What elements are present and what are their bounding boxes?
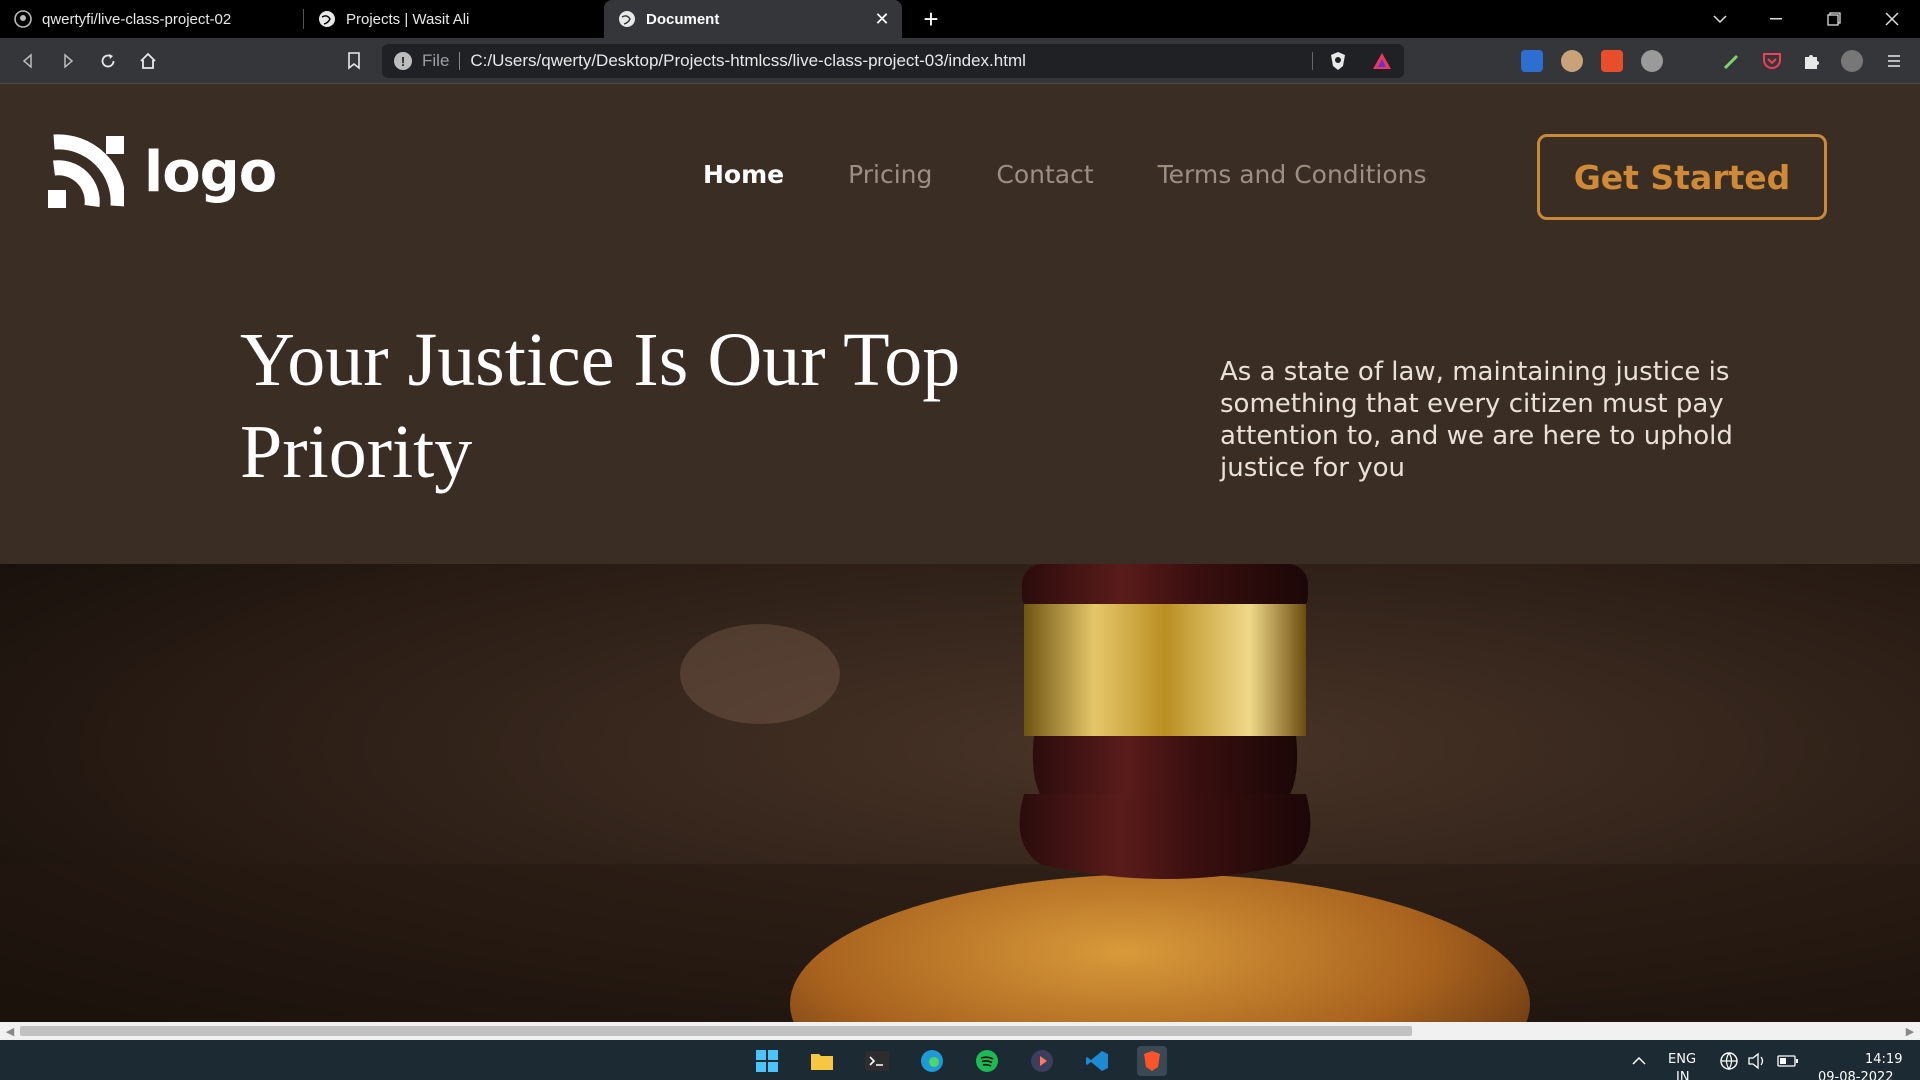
github-icon (14, 10, 32, 28)
extension-shield-icon[interactable] (1521, 50, 1543, 72)
url-scheme: File (422, 51, 450, 70)
scrollbar-thumb[interactable] (20, 1026, 1412, 1036)
extension-translate-icon[interactable] (1601, 50, 1623, 72)
screen: qwertyfi/live-class-project-02 Projects … (0, 0, 1920, 1080)
clock-date[interactable]: 09-08-2022 (1818, 1070, 1894, 1080)
menu-icon[interactable] (1880, 47, 1908, 75)
nav-contact[interactable]: Contact (996, 160, 1093, 189)
forward-icon[interactable] (54, 47, 82, 75)
new-tab-button[interactable]: + (916, 4, 946, 34)
browser-tab-strip: qwertyfi/live-class-project-02 Projects … (0, 0, 1920, 38)
close-window-button[interactable] (1864, 0, 1920, 38)
nav-terms[interactable]: Terms and Conditions (1158, 160, 1427, 189)
address-bar[interactable]: ! File C:/Users/qwerty/Desktop/Projects-… (382, 44, 1404, 78)
windows-start-icon[interactable] (752, 1046, 782, 1076)
volume-icon[interactable] (1742, 1046, 1772, 1076)
clock-time[interactable]: 14:19 (1865, 1052, 1902, 1067)
scroll-left-icon[interactable]: ◀ (3, 1024, 17, 1038)
logo-text: logo (144, 140, 277, 205)
nav-home[interactable]: Home (703, 160, 784, 189)
tab-title: Projects | Wasit Ali (346, 10, 470, 28)
windows-taskbar: ENG IN 14:19 09-08-2022 (0, 1040, 1920, 1080)
restore-button[interactable] (1806, 0, 1862, 38)
globe-icon (318, 10, 336, 28)
profile-avatar[interactable] (1841, 50, 1863, 72)
brave-browser-icon[interactable] (1137, 1046, 1167, 1076)
site-logo[interactable]: logo (48, 132, 277, 213)
site-info-icon[interactable]: ! (394, 52, 412, 70)
globe-icon (618, 10, 636, 28)
tab-github[interactable]: qwertyfi/live-class-project-02 (0, 0, 302, 38)
tab-document[interactable]: Document ✕ (604, 0, 902, 38)
media-player-icon[interactable] (1027, 1046, 1057, 1076)
url-text: C:/Users/qwerty/Desktop/Projects-htmlcss… (470, 51, 1026, 70)
brave-shield-icon[interactable] (1329, 51, 1347, 76)
extensions-puzzle-icon[interactable] (1801, 50, 1823, 72)
get-started-button[interactable]: Get Started (1537, 134, 1827, 220)
spotify-icon[interactable] (972, 1046, 1002, 1076)
horizontal-scrollbar[interactable]: ◀ ▶ (0, 1022, 1920, 1040)
browser-toolbar: ! File C:/Users/qwerty/Desktop/Projects-… (0, 38, 1920, 84)
omnibox-divider (1312, 52, 1313, 70)
extension-theme-icon[interactable] (1641, 50, 1663, 72)
reload-icon[interactable] (94, 47, 122, 75)
file-explorer-icon[interactable] (807, 1046, 837, 1076)
network-globe-icon[interactable] (1714, 1046, 1744, 1076)
gavel-hero-image (0, 564, 1920, 1022)
bookmark-icon[interactable] (340, 47, 368, 75)
back-icon[interactable] (14, 47, 42, 75)
vscode-icon[interactable] (1082, 1046, 1112, 1076)
extension-pen-icon[interactable] (1721, 50, 1743, 72)
logo-mark-icon (48, 132, 126, 213)
close-tab-icon[interactable]: ✕ (872, 9, 892, 29)
minimize-button[interactable] (1748, 0, 1804, 38)
input-region[interactable]: IN (1676, 1070, 1690, 1080)
tab-search-chevron-icon[interactable] (1692, 0, 1748, 38)
show-hidden-icons-chevron[interactable] (1624, 1046, 1654, 1076)
home-icon[interactable] (134, 47, 162, 75)
edge-icon[interactable] (917, 1046, 947, 1076)
brave-rewards-icon[interactable] (1372, 51, 1392, 76)
hero-title: Your Justice Is Our Top Priority (240, 318, 961, 494)
hero-description: As a state of law, maintaining justice i… (1220, 357, 1733, 483)
extension-mask-icon[interactable] (1561, 50, 1583, 72)
tab-title: qwertyfi/live-class-project-02 (42, 10, 232, 28)
terminal-icon[interactable] (862, 1046, 892, 1076)
input-language[interactable]: ENG (1668, 1052, 1696, 1067)
nav-pricing[interactable]: Pricing (848, 160, 932, 189)
battery-icon[interactable] (1773, 1046, 1803, 1076)
scroll-right-icon[interactable]: ▶ (1903, 1024, 1917, 1038)
web-page: logo Home Pricing Contact Terms and Cond… (0, 84, 1920, 1022)
main-nav: Home Pricing Contact Terms and Condition… (703, 160, 1427, 189)
tab-projects[interactable]: Projects | Wasit Ali (304, 0, 600, 38)
pocket-icon[interactable] (1761, 50, 1783, 72)
tab-title: Document (646, 10, 720, 28)
url-divider (459, 52, 461, 70)
